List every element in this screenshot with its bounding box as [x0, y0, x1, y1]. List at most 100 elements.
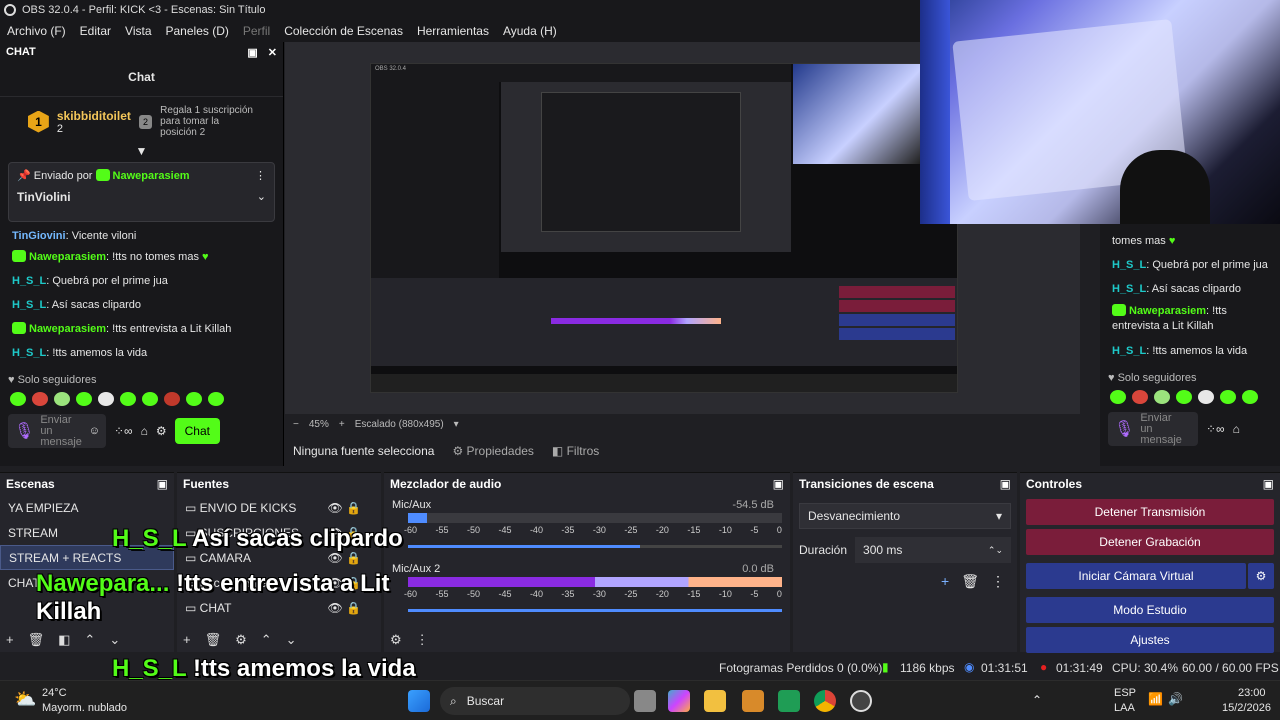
- clock-date[interactable]: 15/2/2026: [1222, 702, 1271, 714]
- advanced-audio-icon[interactable]: ⚙: [390, 632, 402, 648]
- community-icon[interactable]: ⁘∞: [114, 424, 133, 438]
- zoom-in-icon[interactable]: +: [339, 419, 345, 430]
- stop-record-button[interactable]: Detener Grabación: [1026, 529, 1274, 555]
- volume-slider[interactable]: [408, 603, 782, 617]
- spreadsheet-icon[interactable]: [778, 690, 800, 712]
- emote-icon[interactable]: [1220, 390, 1236, 404]
- mic-icon[interactable]: 🎙: [14, 421, 34, 441]
- menu-perfil[interactable]: Perfil: [236, 24, 277, 38]
- window-title: OBS 32.0.4 - Perfil: KICK <3 - Escenas: …: [22, 4, 266, 16]
- emote-icon[interactable]: [164, 392, 180, 406]
- emote-icon[interactable]: [120, 392, 136, 406]
- emote-icon[interactable]: [10, 392, 26, 406]
- add-icon[interactable]: +: [941, 573, 949, 590]
- explorer-icon[interactable]: [704, 690, 726, 712]
- volume-icon[interactable]: 🔊: [1168, 692, 1183, 706]
- duration-field[interactable]: 300 ms ⌃⌄: [855, 537, 1011, 563]
- chevron-down-icon: ▾: [995, 509, 1002, 523]
- filters-button[interactable]: ◧ Filtros: [552, 444, 599, 458]
- studio-mode-button[interactable]: Modo Estudio: [1026, 597, 1274, 623]
- transition-select[interactable]: Desvanecimiento ▾: [799, 503, 1011, 529]
- float-icon[interactable]: ▣: [1000, 477, 1011, 491]
- menu-coleccion[interactable]: Colección de Escenas: [277, 24, 410, 38]
- float-icon[interactable]: ▣: [773, 477, 784, 491]
- menu-archivo[interactable]: Archivo (F): [0, 24, 73, 38]
- emote-icon[interactable]: [1242, 390, 1258, 404]
- source-item[interactable]: ▭ ENVIO DE KICKS 👁 🔒: [177, 495, 381, 520]
- emote-icon[interactable]: [186, 392, 202, 406]
- app-icon[interactable]: [742, 690, 764, 712]
- trash-icon[interactable]: 🗑: [205, 632, 222, 648]
- more-icon[interactable]: ⋮: [255, 169, 266, 182]
- virtual-cam-button[interactable]: Iniciar Cámara Virtual: [1026, 563, 1246, 589]
- kick-badge-icon: [12, 322, 26, 334]
- emote-icon[interactable]: [142, 392, 158, 406]
- gear-icon[interactable]: ⚙: [156, 424, 167, 438]
- chevron-down-icon[interactable]: ⌄: [257, 190, 266, 204]
- start-icon[interactable]: [408, 690, 430, 712]
- store-icon[interactable]: ⌂: [1233, 422, 1240, 436]
- virtual-cam-gear-icon[interactable]: ⚙: [1248, 563, 1274, 589]
- down-icon[interactable]: ⌄: [109, 632, 120, 648]
- community-icon[interactable]: ⁘∞: [1206, 422, 1225, 436]
- menu-ayuda[interactable]: Ayuda (H): [496, 24, 564, 38]
- float-icon[interactable]: ▣: [247, 46, 257, 59]
- scale-mode[interactable]: Escalado (880x495): [355, 419, 444, 430]
- emote-icon[interactable]: [1154, 390, 1170, 404]
- emote-icon[interactable]: [208, 392, 224, 406]
- properties-button[interactable]: ⚙ Propiedades: [452, 444, 533, 458]
- filter-icon[interactable]: ◧: [58, 632, 70, 648]
- float-icon[interactable]: ▣: [1263, 477, 1274, 491]
- copilot-icon[interactable]: [668, 690, 690, 712]
- down-icon[interactable]: ⌄: [286, 632, 297, 648]
- menu-vista[interactable]: Vista: [118, 24, 158, 38]
- chat-input[interactable]: 🎙 Enviar un mensaje: [1108, 412, 1198, 446]
- menu-herramientas[interactable]: Herramientas: [410, 24, 496, 38]
- up-icon[interactable]: ⌃: [261, 632, 272, 648]
- gear-icon[interactable]: ⚙: [235, 632, 247, 648]
- obs-icon[interactable]: [850, 690, 872, 712]
- emote-icon[interactable]: [32, 392, 48, 406]
- zoom-out-icon[interactable]: −: [293, 419, 299, 430]
- emote-icon[interactable]: [76, 392, 92, 406]
- stop-stream-button[interactable]: Detener Transmisión: [1026, 499, 1274, 525]
- store-icon[interactable]: ⌂: [141, 424, 148, 438]
- scene-item[interactable]: YA EMPIEZA: [0, 495, 174, 520]
- settings-button[interactable]: Ajustes: [1026, 627, 1274, 653]
- more-icon[interactable]: ⋮: [416, 632, 429, 648]
- wifi-icon[interactable]: 📶: [1148, 692, 1163, 706]
- more-icon[interactable]: ⋮: [991, 573, 1005, 590]
- tray-chevron-icon[interactable]: ⌃: [1032, 693, 1042, 707]
- trash-icon[interactable]: 🗑: [961, 573, 979, 590]
- clock-time[interactable]: 23:00: [1238, 687, 1266, 699]
- emote-icon[interactable]: [1110, 390, 1126, 404]
- emoji-icon[interactable]: ☺: [89, 425, 100, 437]
- collapse-icon[interactable]: ▼: [0, 144, 283, 158]
- send-chat-button[interactable]: Chat: [174, 418, 220, 444]
- add-icon[interactable]: +: [183, 632, 191, 648]
- emote-icon[interactable]: [98, 392, 114, 406]
- emote-icon[interactable]: [1198, 390, 1214, 404]
- chat-input[interactable]: 🎙 Enviar un mensaje ☺: [8, 414, 106, 448]
- chrome-icon[interactable]: [814, 690, 836, 712]
- menu-paneles[interactable]: Paneles (D): [159, 24, 236, 38]
- close-icon[interactable]: ✕: [268, 46, 277, 59]
- nested-chat: [371, 82, 499, 282]
- task-view-icon[interactable]: [634, 690, 656, 712]
- lang-1[interactable]: ESP: [1114, 687, 1136, 699]
- up-icon[interactable]: ⌃: [84, 632, 95, 648]
- top-user: skibbiditoilet: [56, 108, 131, 123]
- taskbar-search[interactable]: ⌕ Buscar: [440, 687, 630, 715]
- weather-icon[interactable]: ⛅: [14, 689, 36, 710]
- mic-icon[interactable]: 🎙: [1114, 419, 1134, 439]
- float-icon[interactable]: ▣: [157, 477, 168, 491]
- menu-editar[interactable]: Editar: [73, 24, 118, 38]
- emote-icon[interactable]: [1132, 390, 1148, 404]
- volume-slider[interactable]: [408, 539, 782, 553]
- chevron-down-icon[interactable]: ▾: [454, 419, 459, 430]
- lang-2[interactable]: LAA: [1114, 702, 1135, 714]
- emote-icon[interactable]: [1176, 390, 1192, 404]
- emote-icon[interactable]: [54, 392, 70, 406]
- trash-icon[interactable]: 🗑: [28, 632, 45, 648]
- add-icon[interactable]: +: [6, 632, 14, 648]
